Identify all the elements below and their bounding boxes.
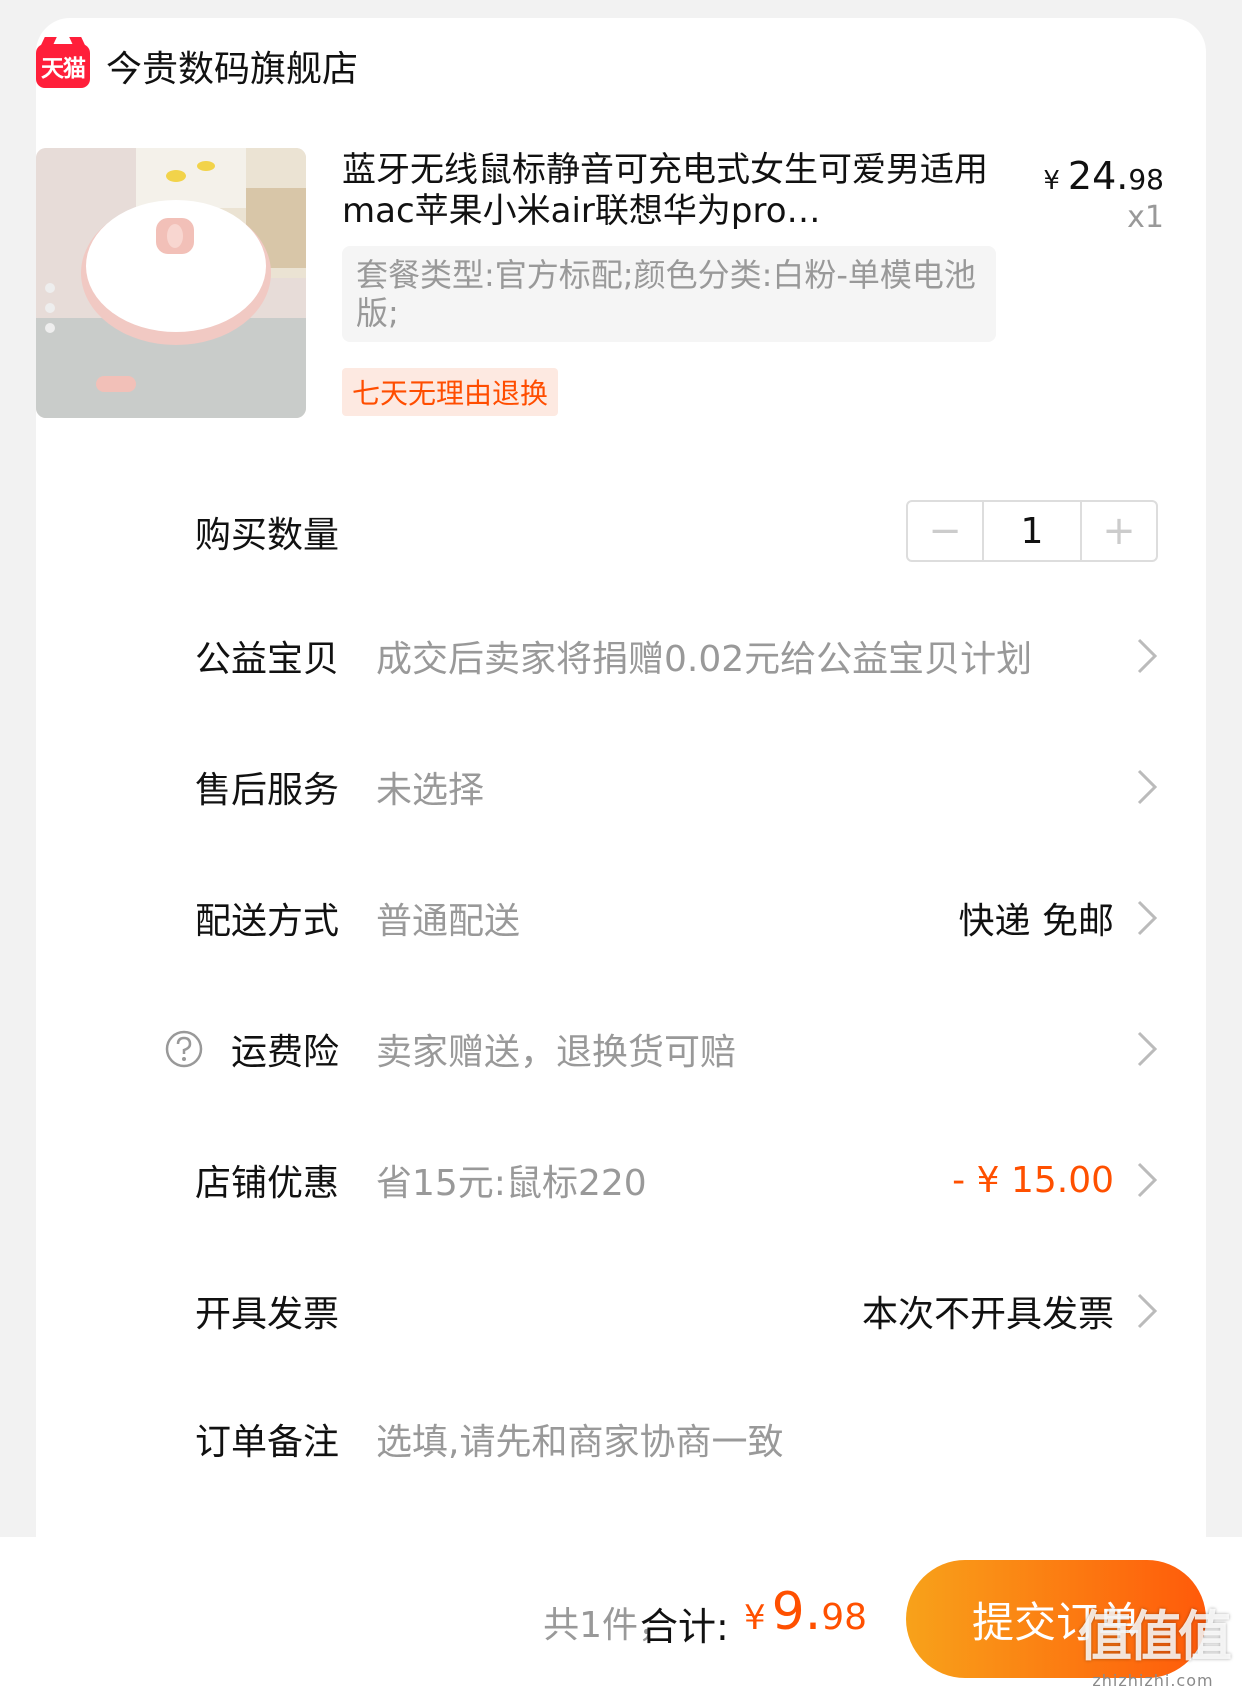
store-discount-label: 店铺优惠	[194, 1163, 339, 1204]
total-price: ¥9.98	[744, 1582, 868, 1642]
total-label: 合计:	[640, 1605, 729, 1649]
invoice-value: 本次不开具发票	[861, 1294, 1114, 1335]
invoice-label: 开具发票	[194, 1294, 339, 1335]
after-sales-row[interactable]: 售后服务 未选择	[0, 757, 1242, 817]
shop-name[interactable]: 今贵数码旗舰店	[106, 40, 358, 92]
tmall-logo: 天猫	[36, 44, 90, 88]
sku-selection[interactable]: 套餐类型:官方标配;颜色分类:白粉-单模电池版;	[342, 246, 996, 342]
site-watermark: 值值值 zhizhizhi.com	[1078, 1605, 1232, 1690]
delivery-label: 配送方式	[194, 901, 339, 942]
chevron-right-icon	[1134, 1029, 1160, 1069]
product-title[interactable]: 蓝牙无线鼠标静音可充电式女生可爱男适用mac苹果小米air联想华为pro…	[342, 150, 992, 232]
product-image[interactable]	[36, 148, 306, 418]
discount-amount: - ¥ 15.00	[952, 1159, 1114, 1201]
product-price: ¥24.98	[1043, 154, 1164, 198]
quantity-value[interactable]: 1	[982, 502, 1082, 560]
after-sales-label: 售后服务	[194, 770, 339, 811]
order-note-row: 订单备注 选填,请先和商家协商一致	[0, 1409, 1242, 1469]
store-discount-row[interactable]: 店铺优惠 省15元:鼠标220 - ¥ 15.00	[0, 1150, 1242, 1210]
chevron-right-icon	[1134, 1291, 1160, 1331]
return-policy-tag: 七天无理由退换	[342, 368, 559, 416]
shipping-insurance-label: 运费险	[230, 1032, 339, 1073]
chevron-right-icon	[1134, 636, 1160, 676]
invoice-row[interactable]: 开具发票 本次不开具发票	[0, 1281, 1242, 1341]
delivery-method: 快递 免邮	[958, 901, 1114, 942]
charity-row[interactable]: 公益宝贝 成交后卖家将捐赠0.02元给公益宝贝计划	[0, 626, 1242, 686]
product-quantity: x1	[1127, 200, 1164, 235]
delivery-value: 普通配送	[376, 901, 521, 942]
question-circle-icon[interactable]	[164, 1029, 204, 1069]
chevron-right-icon	[1134, 1160, 1160, 1200]
decrease-button[interactable]: −	[908, 502, 982, 560]
shipping-insurance-value: 卖家赠送，退换货可赔	[376, 1032, 737, 1073]
shop-header[interactable]: 天猫 今贵数码旗舰店	[36, 42, 358, 90]
quantity-stepper[interactable]: − 1 +	[906, 500, 1158, 562]
quantity-label: 购买数量	[194, 515, 339, 556]
store-discount-value: 省15元:鼠标220	[376, 1163, 647, 1204]
chevron-right-icon	[1134, 767, 1160, 807]
increase-button[interactable]: +	[1082, 502, 1156, 560]
delivery-row[interactable]: 配送方式 普通配送 快递 免邮	[0, 888, 1242, 948]
order-note-label: 订单备注	[194, 1422, 339, 1463]
order-note-input[interactable]: 选填,请先和商家协商一致	[376, 1413, 783, 1465]
charity-label: 公益宝贝	[194, 639, 339, 680]
shipping-insurance-row[interactable]: 运费险 卖家赠送，退换货可赔	[0, 1019, 1242, 1079]
charity-value: 成交后卖家将捐赠0.02元给公益宝贝计划	[376, 639, 1033, 680]
chevron-right-icon	[1134, 898, 1160, 938]
after-sales-value: 未选择	[376, 770, 485, 811]
